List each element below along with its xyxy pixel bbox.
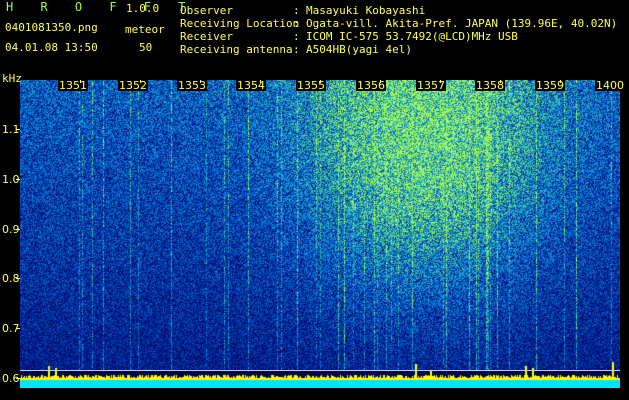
info-key: Receiving antenna: [180, 43, 293, 56]
x-tick-mark: [80, 80, 81, 83]
x-tick-mark: [380, 80, 381, 83]
app-version: 1.0.0: [126, 2, 160, 15]
x-tick-label: 1353: [177, 79, 207, 92]
info-value: A504HB(yagi 4el): [306, 43, 412, 56]
file-name: 0401081350.png: [5, 21, 98, 34]
info-colon: :: [293, 43, 300, 56]
baseline-guide: [20, 370, 620, 371]
info-colon: :: [293, 17, 300, 30]
y-tick-mark: [16, 179, 20, 180]
y-axis-unit: kHz: [2, 72, 22, 85]
y-tick-mark: [16, 129, 20, 130]
hrofft-window: H R O F F T 1.0.0 0401081350.png meteor …: [0, 0, 629, 400]
x-tick-mark: [560, 80, 561, 83]
x-tick-mark: [140, 80, 141, 83]
meteor-count: 50: [139, 41, 153, 54]
x-tick-mark: [440, 80, 441, 83]
info-value: Ogata-vill. Akita-Pref. JAPAN (139.96E, …: [306, 17, 618, 30]
y-tick-mark: [16, 278, 20, 279]
info-colon: :: [293, 30, 300, 43]
app-brand: H R O F F T: [6, 0, 196, 14]
x-tick-label: 1357: [416, 79, 446, 92]
x-tick-label: 1354: [236, 79, 266, 92]
meteor-label: meteor: [125, 23, 165, 36]
observation-datetime: 04.01.08 13:50: [5, 41, 98, 54]
x-tick-mark: [200, 80, 201, 83]
x-tick-label: 1355: [296, 79, 326, 92]
y-tick-mark: [16, 229, 20, 230]
x-tick-mark: [320, 80, 321, 83]
info-colon: :: [293, 4, 300, 17]
info-key: Receiving Location: [180, 17, 300, 30]
info-value: Masayuki Kobayashi: [306, 4, 426, 17]
x-tick-label: 1351: [58, 79, 88, 92]
y-tick-mark: [16, 378, 20, 379]
info-key: Observer: [180, 4, 233, 17]
x-tick-label: 1400: [595, 79, 625, 92]
x-tick-mark: [260, 80, 261, 83]
y-tick-mark: [16, 328, 20, 329]
info-key: Receiver: [180, 30, 233, 43]
info-value: ICOM IC-575 53.7492(@LCD)MHz USB: [306, 30, 518, 43]
x-tick-label: 1352: [118, 79, 148, 92]
x-tick-label: 1356: [356, 79, 386, 92]
x-tick-mark: [500, 80, 501, 83]
spectrogram-canvas: [20, 80, 620, 388]
